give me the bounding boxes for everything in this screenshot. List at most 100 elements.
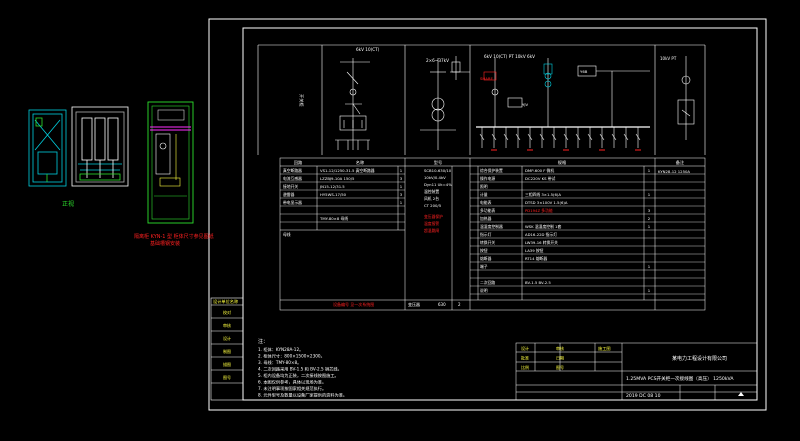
left-strip-cell: 审核 xyxy=(223,322,231,328)
right-row-name: 二次回路 xyxy=(480,280,495,285)
left-row-count: 1 xyxy=(400,200,403,205)
note-line: 2. 柜体尺寸：800×1500×2300。 xyxy=(258,353,325,360)
note-line: 5. 柜内设备均为正装，二次接线按图施工。 xyxy=(258,372,339,379)
cad-drawing-viewport: 正视 隔离柜 KYN-1 型 柜体尺寸参见图纸 基础槽钢安装 设计单位名称 校对… xyxy=(0,0,800,437)
left-strip-cell: 校对 xyxy=(223,309,231,315)
right-row-value: LA39 按钮 xyxy=(525,248,544,253)
middle-footer-value: 630 xyxy=(438,302,446,307)
left-row-name: 带电显示器 xyxy=(283,200,302,205)
middle-cell-red-line: 超温跳闸 xyxy=(424,228,439,233)
note-line: 1. 柜体：KYN28A-12。 xyxy=(258,346,303,353)
middle-cell-line: 风机 2台 xyxy=(424,196,439,201)
title-block-cell: 图号 xyxy=(556,364,564,370)
remarks-head-text: KYN28-12 1250A xyxy=(658,169,690,174)
title-block-drawing-title: 1.25MVA PCS开关柜一次接线图（高压） 1250kVA xyxy=(626,375,734,382)
left-row-value: JN15-12/31.5 xyxy=(319,184,345,189)
middle-cell-line: CT 200/5 xyxy=(424,203,442,208)
left-row-name: 接地开关 xyxy=(283,184,298,189)
title-block-cell: 审核 xyxy=(556,345,564,351)
note-line: 3. 母线：TMY-80×8。 xyxy=(258,359,301,366)
left-row-count: 1 xyxy=(400,184,403,189)
right-row-name: 温湿度控制器 xyxy=(480,224,503,229)
cabinet-front-view xyxy=(71,106,129,187)
left-row-count: 1 xyxy=(400,168,403,173)
left-row-count: 3 xyxy=(400,192,403,197)
left-row-name: 电流互感器 xyxy=(283,176,302,181)
right-row-count: 1 xyxy=(648,168,651,173)
corner-marker-icon xyxy=(738,392,744,396)
middle-cell-line: 温控装置 xyxy=(424,189,439,194)
right-row-name: 说明 xyxy=(480,288,488,293)
right-row-name: 按钮 xyxy=(480,248,488,253)
right-row-name: 转换开关 xyxy=(480,240,495,245)
cabinet-note-line-1: 隔离柜 KYN-1 型 柜体尺寸参见图纸 xyxy=(134,233,214,240)
right-row-value: WSK 温湿度控制 1套 xyxy=(525,224,561,229)
title-block-cell: 比例 xyxy=(521,364,529,370)
title-block-cell: 批准 xyxy=(521,355,529,361)
table-right-rows: 综合保护装置操作电源照明计量电能表多功能表加热器温湿度控制器指示灯转换开关按钮熔… xyxy=(480,168,651,293)
left-row-value: HY5WS-17/50 xyxy=(320,192,347,197)
notes-title: 注： xyxy=(258,338,268,345)
middle-cell-line: SCB10-630/10 xyxy=(424,168,452,173)
right-row-count: 1 xyxy=(648,224,651,229)
left-strip-cell: 制图 xyxy=(223,348,231,354)
cabinet-side-view xyxy=(28,109,67,187)
right-row-name: 端子 xyxy=(480,264,488,269)
title-block-cell: 设计 xyxy=(521,345,529,351)
middle-cell-red-line: 温度报警 xyxy=(424,221,439,226)
table-header-cell: 规格 xyxy=(558,159,567,166)
feeder-tag-label: SHARE xyxy=(480,76,494,81)
note-line: 7. 未注明事项按国家相关规范执行。 xyxy=(258,385,326,392)
right-row-name: 操作电源 xyxy=(480,176,495,181)
right-row-value: DC220V KS 带试 xyxy=(525,176,556,181)
right-row-name: 多功能表 xyxy=(480,208,495,213)
title-block-cell: 日期 xyxy=(556,355,564,361)
notes-list: 1. 柜体：KYN28A-12。2. 柜体尺寸：800×1500×2300。3.… xyxy=(258,346,347,399)
note-line: 4. 二次回路采用 BV-1.5 和 BV-2.5 铜芯线。 xyxy=(258,366,342,373)
right-row-value: DMP-600 F 微机 xyxy=(525,168,554,173)
cable-label: YJV xyxy=(522,102,528,107)
side-view-panel: 正视 隔离柜 KYN-1 型 柜体尺寸参见图纸 基础槽钢安装 xyxy=(28,101,214,247)
left-row-value: TMY-80×8 母线 xyxy=(319,216,348,221)
right-row-value: DTSD 3×100V 1.5(6)A xyxy=(525,200,568,205)
table-header-cell: 备注 xyxy=(676,159,685,166)
right-row-name: 熔断器 xyxy=(480,256,492,261)
right-row-value: 三相四线 3×1.5(6)A xyxy=(525,192,561,197)
right-row-value: BV-1.5 BV-2.5 xyxy=(525,280,551,285)
left-strip-cells: 校对审核设计制图描图图号 xyxy=(223,309,231,380)
left-strip-cell: 设计 xyxy=(223,335,231,341)
table-header-cell: 回路 xyxy=(294,159,303,166)
right-row-name: 综合保护装置 xyxy=(480,168,503,173)
front-view-caption: 正视 xyxy=(62,200,74,208)
right-row-value: LW39-16 转换开关 xyxy=(525,240,558,245)
left-row-value: LZZBJ9-10A 150/5 xyxy=(320,176,355,181)
table-left-rows: 真空断路器电流互感器接地开关避雷器带电显示器母线 VS1-12/1250-31.5… xyxy=(283,168,403,237)
right-device-label: 10kV PT xyxy=(660,56,677,61)
title-block-company: 某电力工程设计有限公司 xyxy=(672,355,727,362)
right-row-value: AD16-22D 指示灯 xyxy=(525,232,557,237)
right-row-count: 2 xyxy=(648,216,651,221)
left-row-name: 真空断路器 xyxy=(283,168,302,173)
electrical-schematic-drawing: 正视 隔离柜 KYN-1 型 柜体尺寸参见图纸 基础槽钢安装 设计单位名称 校对… xyxy=(28,18,767,411)
cubicle-label: 开关柜 xyxy=(298,94,305,107)
right-row-count: 1 xyxy=(648,192,651,197)
bus-label-left: 6kV 10(CT) xyxy=(356,47,380,52)
left-row-name: 母线 xyxy=(283,232,291,237)
cabinet-panel-view xyxy=(147,101,194,224)
right-row-value: PD194Z 多功能 xyxy=(525,208,553,213)
title-block-cells: 设计 审核批准 日期比例 图号 xyxy=(521,345,564,370)
left-strip-header: 设计单位名称 xyxy=(213,298,238,305)
right-row-name: 加热器 xyxy=(480,216,492,221)
table-bottom-red-text: 设备编号 见一次系统图 xyxy=(333,301,374,307)
right-row-name: 计量 xyxy=(480,192,488,197)
left-row-count: 3 xyxy=(400,176,403,181)
right-row-name: 电能表 xyxy=(480,200,492,205)
cabinet-note-line-2: 基础槽钢安装 xyxy=(150,240,180,247)
left-row-name: 避雷器 xyxy=(283,192,295,197)
left-strip-cell: 图号 xyxy=(223,374,231,380)
middle-cell-line: 10kV/0.4kV xyxy=(424,175,446,180)
right-row-count: 3 xyxy=(648,208,651,213)
bus-label-middle: 2×6~37kV xyxy=(426,58,449,63)
small-box-label: Y6B xyxy=(580,69,588,74)
table-header-cell: 型号 xyxy=(434,159,442,166)
